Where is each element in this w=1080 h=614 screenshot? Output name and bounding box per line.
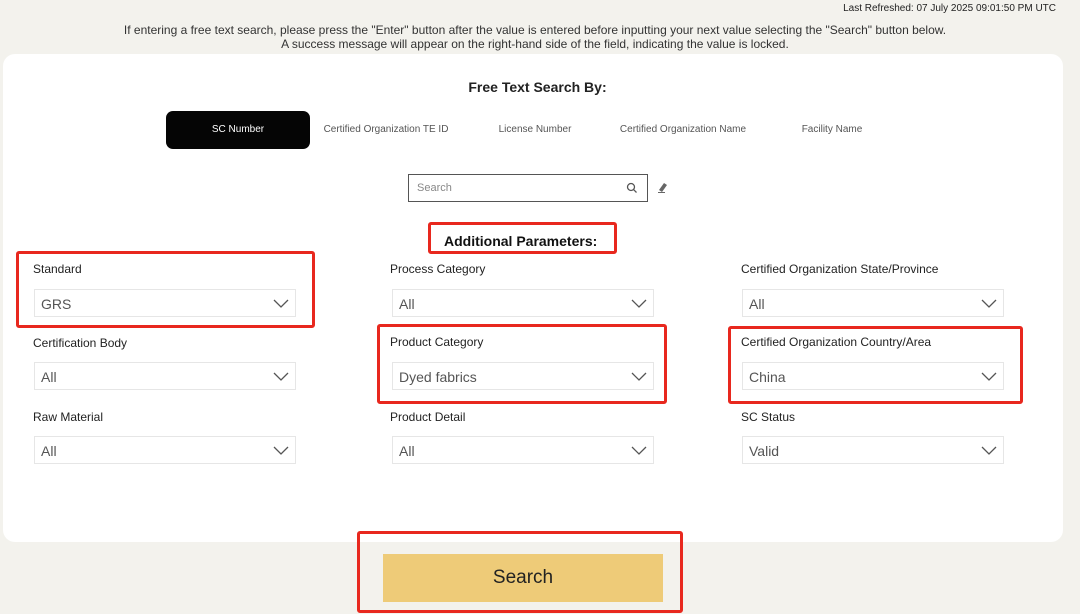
chevron-down-icon <box>631 372 647 381</box>
process-category-label: Process Category <box>390 262 486 276</box>
sc-status-value: Valid <box>749 443 780 459</box>
tab-sc-number[interactable]: SC Number <box>166 111 310 149</box>
chevron-down-icon <box>981 299 997 308</box>
chevron-down-icon <box>631 299 647 308</box>
tab-facility-name[interactable]: Facility Name <box>772 111 892 149</box>
product-category-select[interactable]: Dyed fabrics <box>392 362 654 390</box>
state-province-value: All <box>749 296 765 312</box>
raw-material-value: All <box>41 443 57 459</box>
tab-certified-organization-te-id[interactable]: Certified Organization TE ID <box>316 111 456 149</box>
product-detail-value: All <box>399 443 415 459</box>
certification-body-value: All <box>41 369 57 385</box>
standard-select[interactable]: GRS <box>34 289 296 317</box>
standard-label: Standard <box>33 262 82 276</box>
search-icon[interactable] <box>625 181 639 195</box>
tab-license-number[interactable]: License Number <box>470 111 600 149</box>
chevron-down-icon <box>981 372 997 381</box>
chevron-down-icon <box>273 299 289 308</box>
state-province-select[interactable]: All <box>742 289 1004 317</box>
product-detail-label: Product Detail <box>390 410 466 424</box>
raw-material-select[interactable]: All <box>34 436 296 464</box>
country-area-value: China <box>749 369 786 385</box>
product-category-value: Dyed fabrics <box>399 369 477 385</box>
eraser-icon[interactable] <box>656 180 670 194</box>
search-input[interactable] <box>409 175 619 201</box>
certification-body-label: Certification Body <box>33 336 128 350</box>
search-button[interactable]: Search <box>383 554 663 602</box>
search-field <box>408 174 648 202</box>
country-area-label: Certified Organization Country/Area <box>741 335 932 349</box>
process-category-value: All <box>399 296 415 312</box>
chevron-down-icon <box>631 446 647 455</box>
chevron-down-icon <box>273 446 289 455</box>
raw-material-label: Raw Material <box>33 410 104 424</box>
free-text-tabs: SC Number Certified Organization TE ID L… <box>0 111 1080 149</box>
notice-line-1: If entering a free text search, please p… <box>123 23 947 37</box>
product-category-label: Product Category <box>390 335 484 349</box>
standard-value: GRS <box>41 296 72 312</box>
additional-parameters-title: Additional Parameters: <box>444 233 598 249</box>
country-area-select[interactable]: China <box>742 362 1004 390</box>
last-refreshed: Last Refreshed: 07 July 2025 09:01:50 PM… <box>843 3 1056 14</box>
chevron-down-icon <box>981 446 997 455</box>
sc-status-label: SC Status <box>741 410 796 424</box>
product-detail-select[interactable]: All <box>392 436 654 464</box>
free-text-title: Free Text Search By: <box>468 79 607 95</box>
chevron-down-icon <box>273 372 289 381</box>
certification-body-select[interactable]: All <box>34 362 296 390</box>
process-category-select[interactable]: All <box>392 289 654 317</box>
state-province-label: Certified Organization State/Province <box>741 262 939 276</box>
tab-certified-organization-name[interactable]: Certified Organization Name <box>608 111 758 149</box>
notice-line-2: A success message will appear on the rig… <box>281 37 789 51</box>
sc-status-select[interactable]: Valid <box>742 436 1004 464</box>
